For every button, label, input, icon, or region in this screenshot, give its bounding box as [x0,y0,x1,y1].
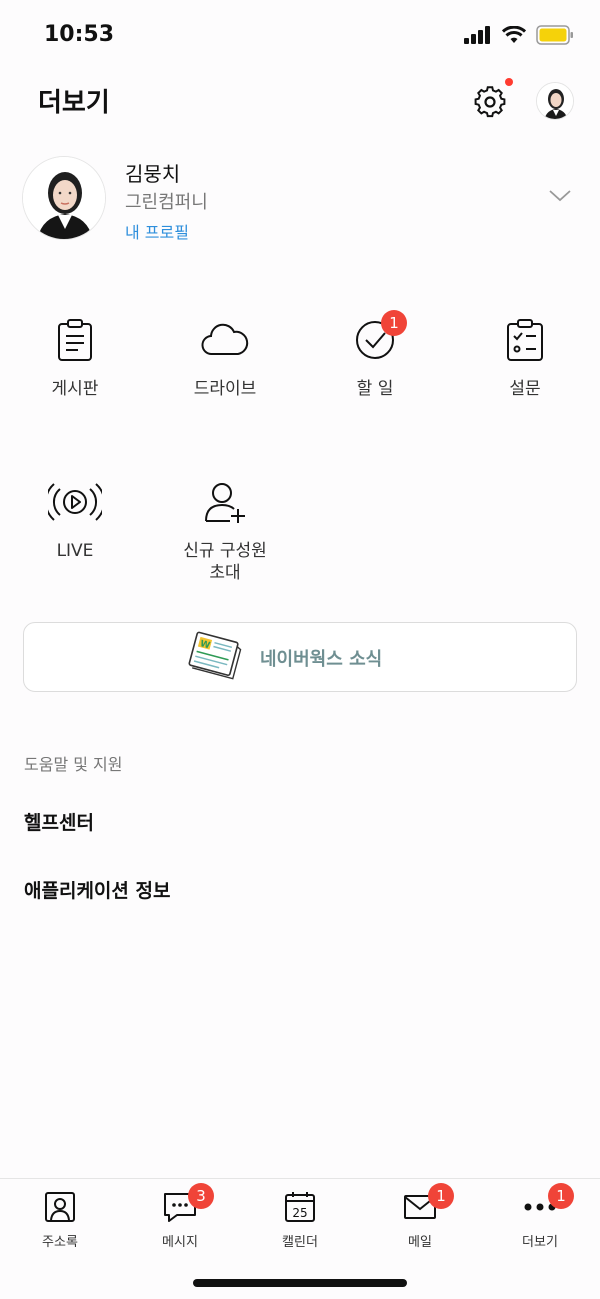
wifi-icon [502,26,526,43]
live-icon [48,483,102,521]
menu-icon-wrap [497,312,553,368]
tab-messages[interactable]: 3 메시지 [120,1183,240,1250]
menu-item-todo[interactable]: 1 할 일 [300,310,450,400]
tab-contacts[interactable]: 주소록 [0,1187,120,1250]
home-indicator[interactable] [193,1279,407,1287]
help-center-link[interactable]: 헬프센터 [24,808,94,835]
profile-section: 김뭉치 그린컴퍼니 내 프로필 [0,152,600,252]
tab-icon-wrap [40,1187,80,1227]
menu-label: 할 일 [356,379,394,399]
menu-icon-wrap [197,474,253,530]
chevron-down-icon [549,190,571,202]
menu-label: 게시판 [51,379,99,399]
menu-label: 설문 [509,379,541,399]
profile-name: 김뭉치 [125,162,181,186]
add-user-icon [205,483,245,523]
battery-icon [536,25,573,45]
my-profile-link[interactable]: 내 프로필 [125,219,189,243]
menu-icon-wrap: 1 [347,310,407,368]
signal-icon [464,26,490,44]
header-avatar[interactable] [536,82,574,120]
board-icon [58,319,92,361]
notification-dot [505,78,513,86]
menu-item-live[interactable]: LIVE [0,474,150,562]
gear-icon [474,86,506,118]
messages-badge: 3 [188,1183,214,1209]
menu-item-invite[interactable]: 신규 구성원 초대 [150,474,300,584]
help-section-title: 도움말 및 지원 [24,755,123,774]
menu-label: 신규 구성원 초대 [183,541,267,583]
contacts-icon [45,1192,75,1222]
tab-label: 메시지 [162,1235,198,1250]
tab-label: 메일 [408,1235,432,1250]
tab-more[interactable]: 1 더보기 [480,1183,600,1250]
menu-label: LIVE [56,541,94,561]
tab-label: 더보기 [522,1235,558,1250]
mail-badge: 1 [428,1183,454,1209]
newspaper-icon: W [188,631,242,680]
survey-icon [507,319,543,361]
tab-mail[interactable]: 1 메일 [360,1183,480,1250]
tab-calendar[interactable]: 25 캘린더 [240,1187,360,1250]
menu-item-survey[interactable]: 설문 [450,312,600,400]
calendar-day: 25 [292,1206,307,1220]
menu-item-board[interactable]: 게시판 [0,312,150,400]
menu-icon-wrap [47,312,103,368]
status-bar: 10:53 [0,0,600,70]
todo-badge: 1 [381,310,407,336]
page-title: 더보기 [38,88,110,118]
tab-label: 주소록 [42,1235,78,1250]
profile-photo [23,157,105,239]
status-time: 10:53 [44,22,115,47]
tab-label: 캘린더 [282,1235,318,1250]
menu-icon-wrap [47,474,103,530]
cloud-icon [201,323,249,356]
news-banner-label: 네이버웍스 소식 [260,649,383,670]
tab-icon-wrap: 1 [400,1183,454,1227]
tab-icon-wrap: 1 [520,1183,574,1227]
status-icons [464,25,574,45]
profile-expand-button[interactable] [548,188,572,204]
more-badge: 1 [548,1183,574,1209]
profile-avatar[interactable] [22,156,106,240]
profile-company: 그린컴퍼니 [125,192,208,213]
menu-item-drive[interactable]: 드라이브 [150,312,300,400]
tab-icon-wrap: 25 [280,1187,320,1227]
app-info-link[interactable]: 애플리케이션 정보 [24,876,170,903]
news-banner[interactable]: W 네이버웍스 소식 [23,622,577,692]
avatar-image [537,83,573,119]
settings-button[interactable] [470,82,510,122]
menu-icon-wrap [197,312,253,368]
calendar-icon: 25 [285,1192,315,1222]
menu-label: 드라이브 [193,379,257,399]
tab-icon-wrap: 3 [160,1183,214,1227]
